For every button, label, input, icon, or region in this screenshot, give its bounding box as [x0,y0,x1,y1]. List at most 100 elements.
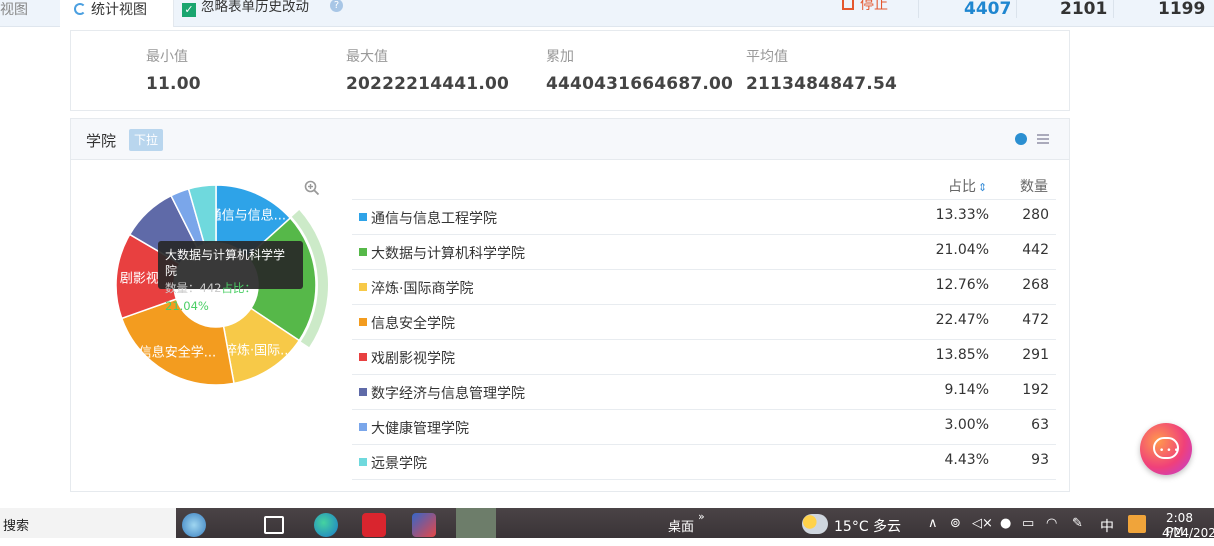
weather-text[interactable]: 15°C 多云 [834,516,901,536]
stop-label: 停止 [860,0,888,13]
link-icon[interactable]: ⊚ [950,516,961,531]
sum-value: 4440431664687.00 [546,74,734,94]
row-percent: 3.00% [944,417,989,433]
college-table: 占比 ⇕ 数量 通信与信息工程学院 13.33% 280 大数据与计算机科学学院 21.0… [352,168,1056,480]
pen-icon[interactable]: ✎ [1072,516,1083,531]
qq-icon[interactable]: ● [1000,516,1011,531]
app-icon[interactable] [412,513,436,537]
min-value: 11.00 [146,74,201,94]
tab-view-label: 视图 [0,2,28,18]
panel-title: 学院 [86,132,117,150]
summary-min: 最小值 11.00 [146,46,201,94]
stop-icon [842,0,854,10]
dropdown-tag[interactable]: 下拉 [129,129,164,151]
slice-label: 信息安全学... [139,345,216,361]
table-row[interactable]: 大数据与计算机科学学院 21.04% 442 [352,235,1056,270]
list-view-toggle-icon[interactable] [1037,134,1049,145]
row-percent: 9.14% [944,382,989,398]
summary-sum: 累加 4440431664687.00 [546,46,733,94]
active-app-icon[interactable] [456,508,496,538]
ratio-column-header[interactable]: 占比 ⇕ [948,176,987,196]
jellyfish-icon [182,513,206,537]
tooltip-count: 数量：442 [165,281,222,295]
slice-label: 剧影视 [120,272,159,287]
min-label: 最小值 [146,49,188,65]
legend-swatch [359,213,367,221]
row-college-name: 信息安全学院 [371,316,455,332]
stop-button[interactable]: 停止 [842,0,888,14]
row-percent: 12.76% [935,277,989,293]
chevron-up-icon[interactable]: ∧ [928,516,938,531]
ime-indicator[interactable]: 中 [1100,516,1114,536]
table-row[interactable]: 淬炼·国际商学院 12.76% 268 [352,270,1056,305]
row-count: 63 [1031,417,1049,433]
ignore-history-label: 忽略表单历史改动 [201,0,309,15]
table-row[interactable]: 信息安全学院 22.47% 472 [352,305,1056,340]
row-college-name: 通信与信息工程学院 [371,211,497,227]
help-icon[interactable]: ? [330,0,343,12]
tab-stats-label: 统计视图 [91,2,147,18]
input-method-icon[interactable] [1128,515,1146,533]
row-count: 472 [1022,312,1049,328]
battery-icon[interactable]: ▭ [1022,516,1034,531]
tooltip-body: 数量：442占比：21.04% [165,279,296,315]
table-row[interactable]: 远景学院 4.43% 93 [352,445,1056,480]
ratio-header-label: 占比 [948,179,976,195]
row-count: 93 [1031,452,1049,468]
row-count: 280 [1022,207,1049,223]
wps-office-icon[interactable] [362,513,386,537]
row-college-name: 大健康管理学院 [371,421,469,437]
legend-swatch [359,283,367,291]
edge-browser-icon[interactable] [314,513,338,537]
legend-swatch [359,353,367,361]
chat-assistant-button[interactable]: ••• [1140,423,1192,475]
count-column-header: 数量 [1020,179,1048,195]
sum-label: 累加 [546,49,574,65]
panel-header: 学院 下拉 [71,119,1069,160]
row-count: 291 [1022,347,1049,363]
weather-icon [802,514,828,534]
legend-swatch [359,423,367,431]
sort-icon[interactable]: ⇕ [978,181,987,194]
tooltip-title: 大数据与计算机科学学院 [165,248,286,278]
table-body: 通信与信息工程学院 13.33% 280 大数据与计算机科学学院 21.04% 442 淬炼… [352,200,1056,480]
chart-tooltip: 大数据与计算机科学学院 数量：442占比：21.04% [158,241,303,313]
row-count: 442 [1022,242,1049,258]
divider [1016,0,1017,18]
row-college-name: 戏剧影视学院 [371,351,455,367]
summary-avg: 平均值 2113484847.54 [746,46,897,94]
row-college-name: 数字经济与信息管理学院 [371,386,525,402]
tab-view[interactable]: 视图 [0,0,52,27]
volume-mute-icon[interactable]: ◁× [972,516,993,531]
pie-chart-icon [74,3,86,15]
task-view-icon[interactable] [264,516,284,534]
checkmark-icon: ✓ [182,3,196,17]
table-row[interactable]: 戏剧影视学院 13.85% 291 [352,340,1056,375]
wifi-icon[interactable]: ◠ [1046,516,1057,531]
row-percent: 13.33% [935,207,989,223]
ignore-history-checkbox[interactable]: ✓ 忽略表单历史改动 [182,0,309,20]
legend-swatch [359,318,367,326]
divider [1113,0,1114,18]
tab-stats-view[interactable]: 统计视图 [60,0,174,27]
legend-swatch [359,248,367,256]
count-stat-2: 2101 [1060,0,1108,19]
max-label: 最大值 [346,49,388,65]
table-row[interactable]: 通信与信息工程学院 13.33% 280 [352,200,1056,235]
legend-swatch [359,388,367,396]
chevron-right-icon[interactable]: » [698,510,705,523]
table-row[interactable]: 大健康管理学院 3.00% 63 [352,410,1056,445]
windows-taskbar: 搜索 桌面 » 15°C 多云 ∧ ⊚ ◁× ● ▭ ◠ ✎ 中 2:08 PM… [0,508,1214,540]
table-row[interactable]: 数字经济与信息管理学院 9.14% 192 [352,375,1056,410]
row-percent: 4.43% [944,452,989,468]
row-count: 268 [1022,277,1049,293]
zoom-in-icon[interactable] [304,180,320,196]
summary-card: 最小值 11.00 最大值 20222214441.00 累加 44404316… [70,30,1070,111]
summary-max: 最大值 20222214441.00 [346,46,509,94]
taskbar-search[interactable]: 搜索 [0,508,176,538]
pie-view-toggle-icon[interactable] [1015,133,1027,145]
avg-value: 2113484847.54 [746,74,898,94]
desktop-label[interactable]: 桌面 [668,516,694,535]
chat-dots-icon: ••• [1159,446,1181,456]
count-stat-1: 4407 [964,0,1012,19]
